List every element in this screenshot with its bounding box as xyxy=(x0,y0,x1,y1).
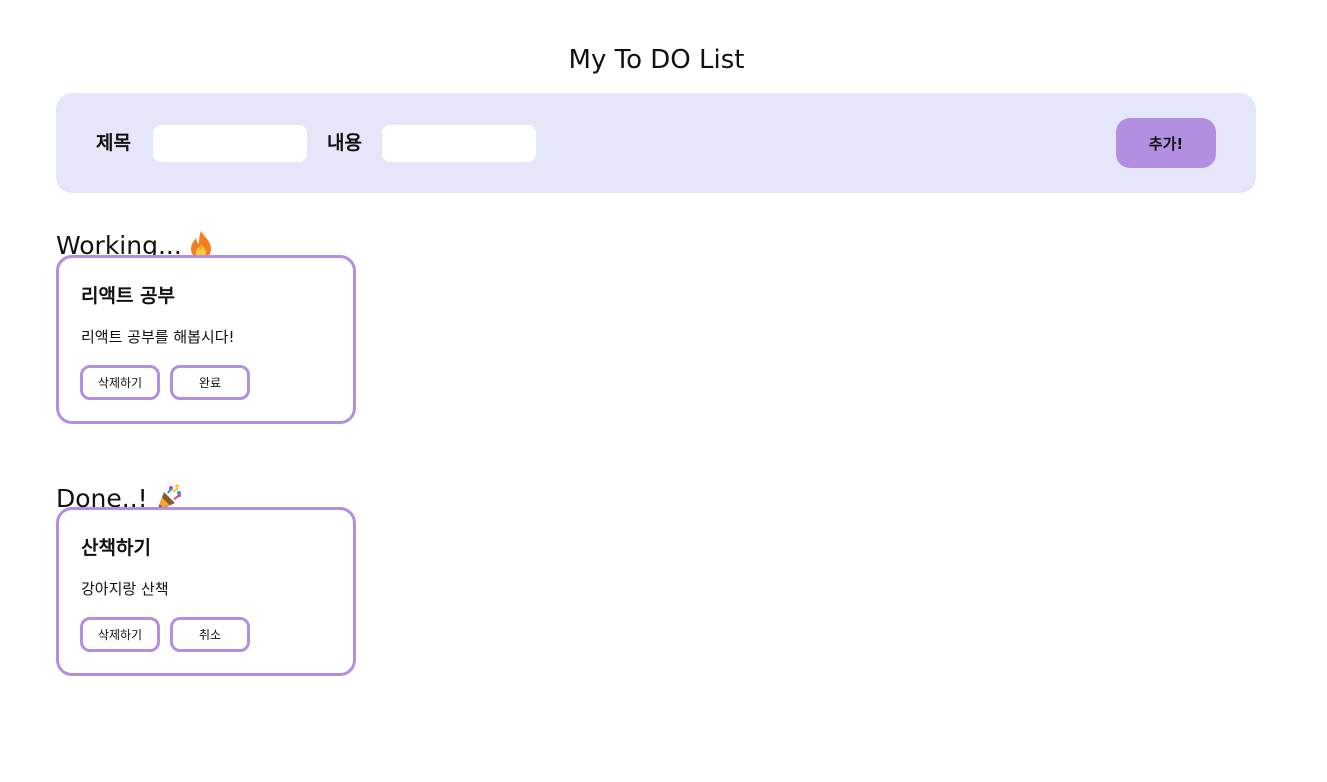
delete-button[interactable]: 삭제하기 xyxy=(80,617,160,652)
title-label: 제목 xyxy=(96,132,131,154)
todo-card-title: 리액트 공부 xyxy=(81,285,176,307)
todo-card-title: 산책하기 xyxy=(81,537,151,559)
done-todo-card: 산책하기 강아지랑 산책 삭제하기 취소 xyxy=(56,507,356,676)
add-button[interactable]: 추가! xyxy=(1116,118,1216,168)
delete-button[interactable]: 삭제하기 xyxy=(80,365,160,400)
todo-card-body: 리액트 공부를 해봅시다! xyxy=(81,328,235,346)
working-todo-card: 리액트 공부 리액트 공부를 해봅시다! 삭제하기 완료 xyxy=(56,255,356,424)
todo-card-body: 강아지랑 산책 xyxy=(81,580,169,598)
todo-page: My To DO List 제목 내용 추가! Working... 리액트 공… xyxy=(0,0,1327,782)
add-todo-form: 제목 내용 추가! xyxy=(56,93,1256,193)
page-title: My To DO List xyxy=(568,45,745,76)
content-label: 내용 xyxy=(327,132,362,154)
complete-button[interactable]: 완료 xyxy=(170,365,250,400)
cancel-button[interactable]: 취소 xyxy=(170,617,250,652)
content-input[interactable] xyxy=(382,125,536,162)
title-input[interactable] xyxy=(153,125,307,162)
